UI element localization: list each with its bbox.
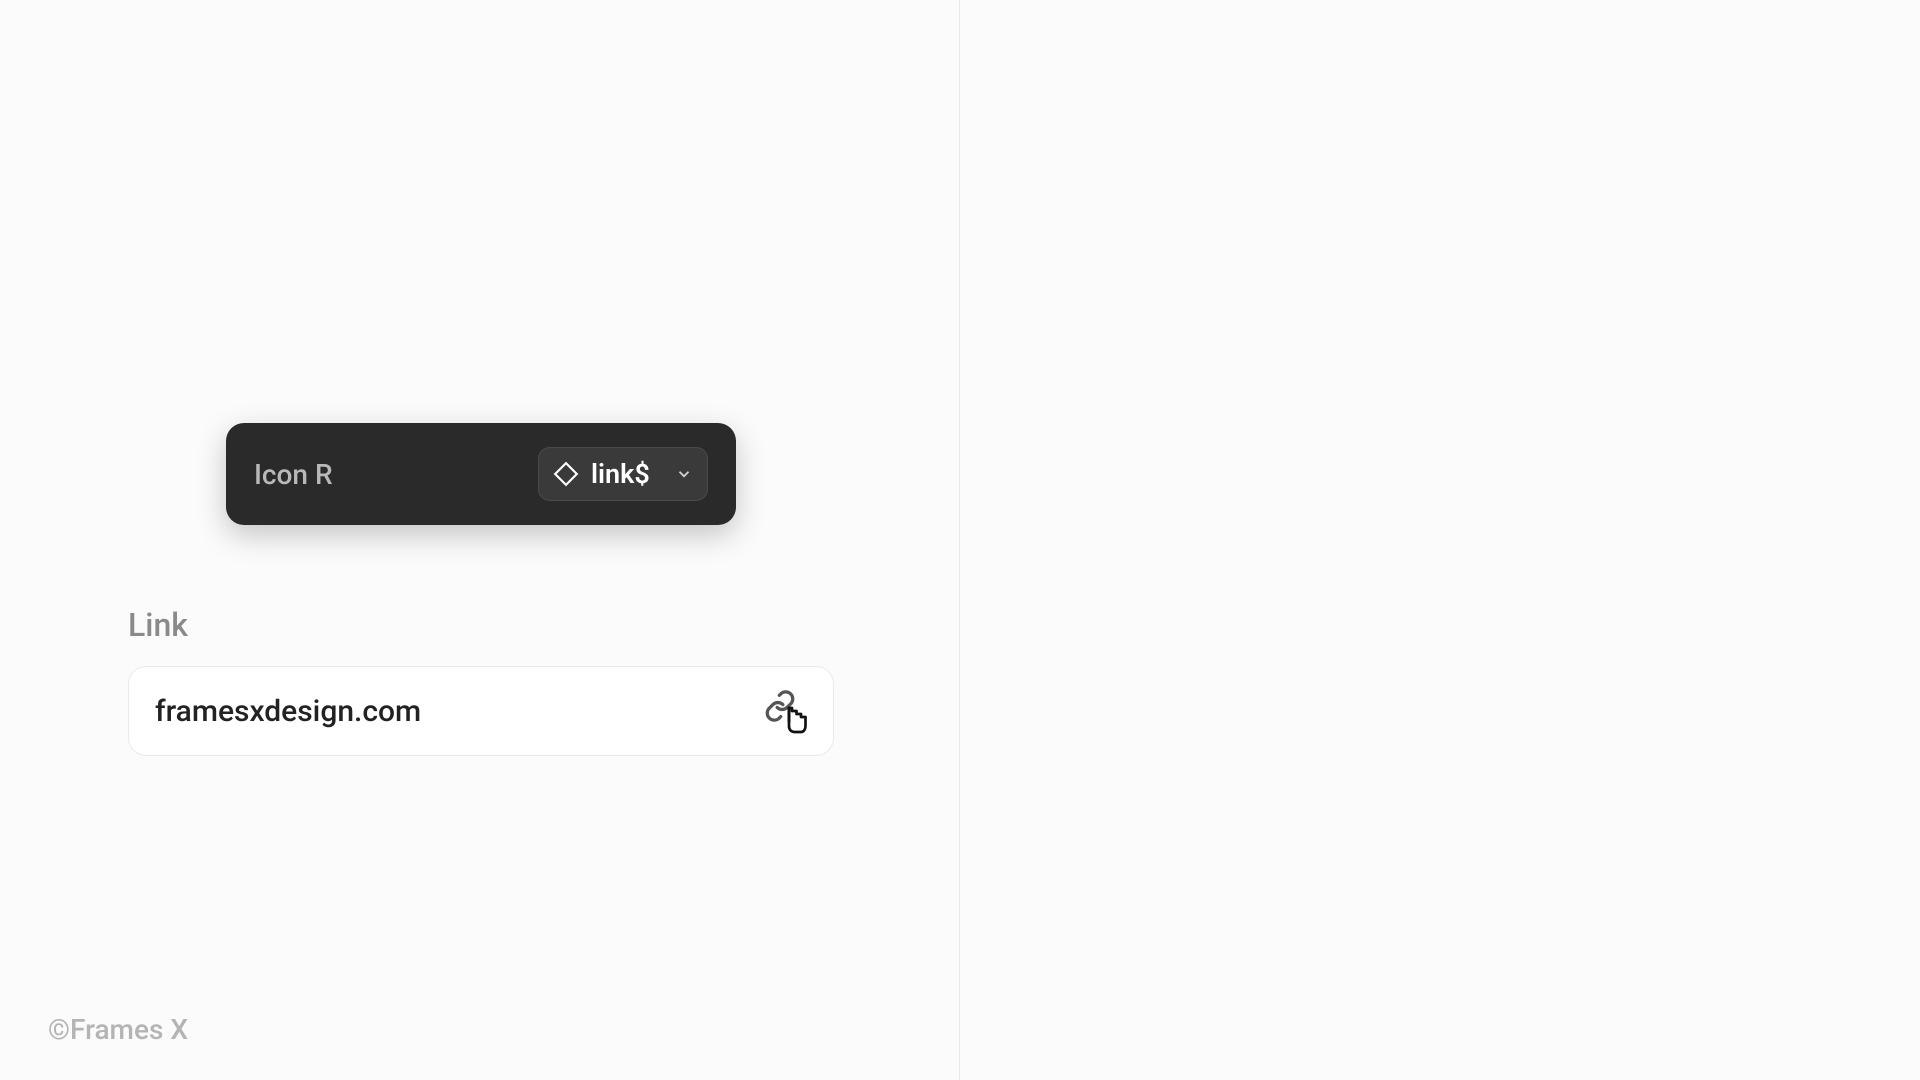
icon-r-select[interactable]: link$ [538, 447, 708, 501]
link-input-left[interactable]: framesxdesign.com [128, 666, 834, 756]
pointer-cursor-icon [777, 705, 813, 741]
property-row-icon-r: Icon R link$ [254, 445, 708, 503]
diamond-icon [553, 461, 579, 487]
property-label-icon-r: Icon R [254, 458, 333, 491]
right-pane: Icon R badg... Icon R Label Copied Link … [960, 0, 1920, 1080]
properties-panel-left: Icon R link$ [226, 423, 736, 525]
chevron-down-icon [675, 465, 693, 483]
select-value: link$ [591, 458, 663, 490]
footer-copyright: ©Frames X [48, 1013, 188, 1046]
link-label: Link [128, 606, 834, 644]
link-value: framesxdesign.com [155, 694, 421, 729]
link-icon-slot[interactable] [763, 689, 807, 733]
left-pane: Icon R link$ Link framesxdesign.com [0, 0, 960, 1080]
link-field-block-left: Link framesxdesign.com [128, 606, 834, 756]
